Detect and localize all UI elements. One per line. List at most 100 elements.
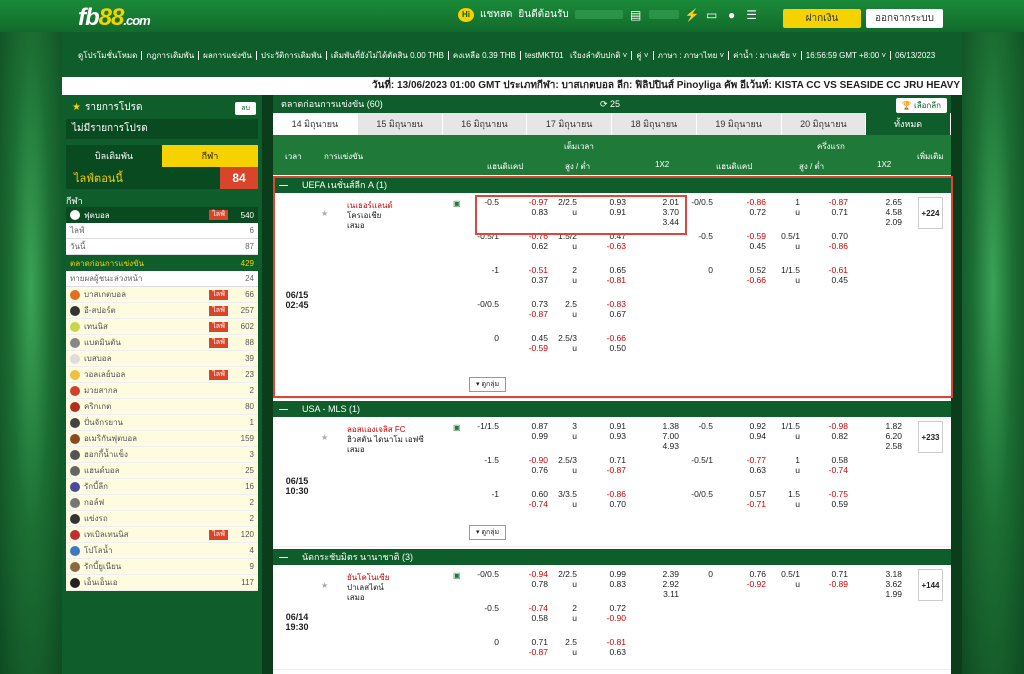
odds-cell[interactable]: 0.92 [738, 421, 766, 431]
tv-icon[interactable]: ▣ [453, 571, 461, 580]
nav-link[interactable]: กฎการเดิมพัน [142, 51, 200, 60]
sidebar-item[interactable]: โปโลน้ำ 4 [66, 543, 258, 559]
odds-cell[interactable]: 0.99 [598, 569, 626, 579]
sidebar-item[interactable]: รักบี้ยูเนียน 9 [66, 559, 258, 575]
odds-cell[interactable]: -0.87 [520, 647, 548, 657]
sidebar-item[interactable]: วอลเลย์บอล ไลฟ์ 23 [66, 367, 258, 383]
sidebar-item[interactable]: เทนนิส ไลฟ์ 602 [66, 319, 258, 335]
sidebar-item[interactable]: เทเบิลเทนนิส ไลฟ์ 120 [66, 527, 258, 543]
odds-cell[interactable]: 0.87 [520, 421, 548, 431]
logout-button[interactable]: ออกจากระบบ [866, 9, 943, 28]
odds-cell[interactable]: 3.62 [874, 579, 902, 589]
site-logo[interactable]: fb88.com [78, 4, 151, 32]
sidebar-item[interactable]: แบดมินตัน ไลฟ์ 88 [66, 335, 258, 351]
sidebar-item[interactable]: ฮอกกี้น้ำแข็ง 3 [66, 447, 258, 463]
odds-cell[interactable]: -0.86 [598, 489, 626, 499]
favorites-delete-button[interactable]: ลบ [235, 102, 256, 115]
nav-link[interactable]: ดูโปรโมชั่นโหมด [74, 51, 143, 60]
date-tab[interactable]: 15 มิถุนายน [358, 113, 443, 135]
league-header[interactable]: — USA - MLS (1) [273, 401, 951, 417]
date-tab[interactable]: 20 มิถุนายน [782, 113, 867, 135]
sidebar-item[interactable]: กอล์ฟ 2 [66, 495, 258, 511]
odds-cell[interactable]: -0.87 [598, 465, 626, 475]
sidebar-item[interactable]: อี-สปอร์ต ไลฟ์ 257 [66, 303, 258, 319]
odds-cell[interactable]: 0.70 [598, 499, 626, 509]
date-tab[interactable]: 16 มิถุนายน [443, 113, 528, 135]
odds-cell[interactable]: 2.58 [874, 441, 902, 451]
odds-cell[interactable]: 0.93 [598, 431, 626, 441]
odds-cell[interactable]: 0.72 [598, 603, 626, 613]
nav-setting[interactable]: คู่ ˅ [632, 51, 654, 60]
sidebar-item[interactable]: คริกเกต 80 [66, 399, 258, 415]
odds-cell[interactable]: 0.63 [598, 647, 626, 657]
odds-cell[interactable]: -0.98 [820, 421, 848, 431]
odds-cell[interactable]: 7.00 [651, 431, 679, 441]
more-markets-button[interactable]: +144 [918, 569, 943, 601]
odds-cell[interactable]: -0.92 [738, 579, 766, 589]
odds-cell[interactable]: 2.92 [651, 579, 679, 589]
nav-setting[interactable]: ภาษา : ภาษาไทย ˅ [654, 51, 730, 60]
sidebar-item[interactable]: ทายผลผู้ชนะล่วงหน้า 24 [66, 271, 258, 287]
odds-cell[interactable]: 6.20 [874, 431, 902, 441]
date-tab[interactable]: 19 มิถุนายน [697, 113, 782, 135]
odds-cell[interactable]: 0.99 [520, 431, 548, 441]
odds-cell[interactable]: 3.18 [874, 569, 902, 579]
sidebar-item[interactable]: แฮนด์บอล 25 [66, 463, 258, 479]
odds-cell[interactable]: -0.77 [738, 455, 766, 465]
odds-cell[interactable]: -0.90 [598, 613, 626, 623]
tab-bet-slip[interactable]: บิลเดิมพัน [66, 145, 162, 167]
live-now-row[interactable]: ไลฟ์ตอนนี้ 84 [66, 167, 258, 189]
odds-cell[interactable]: 0.83 [598, 579, 626, 589]
odds-cell[interactable]: -0.75 [820, 489, 848, 499]
nav-setting[interactable]: 16:56:59 GMT +8:00 ˅ [802, 51, 892, 60]
odds-cell[interactable]: -0.74 [820, 465, 848, 475]
odds-cell[interactable]: -0.89 [820, 579, 848, 589]
odds-cell[interactable]: 4.93 [651, 441, 679, 451]
list-icon[interactable]: ☰ [745, 8, 759, 22]
sidebar-item[interactable]: บาสเกตบอล ไลฟ์ 66 [66, 287, 258, 303]
odds-cell[interactable]: 0.76 [738, 569, 766, 579]
favorite-star-icon[interactable]: ★ [321, 433, 328, 442]
more-markets-button[interactable]: +233 [918, 421, 943, 453]
promo-icon[interactable]: ▭ [705, 8, 719, 22]
sidebar-item[interactable]: เบสบอล 39 [66, 351, 258, 367]
odds-cell[interactable]: 0.78 [520, 579, 548, 589]
flash-icon[interactable]: ⚡ [685, 8, 700, 22]
odds-cell[interactable]: 0.71 [598, 455, 626, 465]
nav-setting[interactable]: เรียงลำดับปกติ ˅ [566, 51, 633, 60]
chat-icon[interactable]: Hi [458, 7, 474, 22]
odds-cell[interactable]: 0.76 [520, 465, 548, 475]
sidebar-item[interactable]: ตลาดก่อนการแข่งขัน 429 [66, 255, 258, 271]
refresh-button[interactable]: ⟳ 25 [600, 99, 620, 110]
odds-cell[interactable]: -0.74 [520, 603, 548, 613]
expand-group-button[interactable]: ▾ ดูกลุ่ม [469, 525, 507, 540]
wallet-icon[interactable]: ▤ [629, 8, 643, 22]
nav-link[interactable]: ประวัติการเดิมพัน [257, 51, 327, 60]
date-tab[interactable]: 14 มิถุนายน [273, 113, 358, 135]
select-league-button[interactable]: 🏆 เลือกลีก [895, 98, 947, 113]
nav-setting[interactable]: ค่าน้ำ : มาเลเซีย ˅ [729, 51, 802, 60]
date-tab[interactable]: ทั้งหมด [866, 113, 951, 135]
odds-cell[interactable]: 0.57 [738, 489, 766, 499]
tab-sports[interactable]: กีฬา [162, 145, 258, 167]
sidebar-item[interactable]: รักบี้ลีก 16 [66, 479, 258, 495]
odds-cell[interactable]: 3.11 [651, 589, 679, 599]
odds-cell[interactable]: 1.82 [874, 421, 902, 431]
odds-cell[interactable]: 0.91 [598, 421, 626, 431]
date-tab[interactable]: 18 มิถุนายน [612, 113, 697, 135]
nav-link[interactable]: คงเหลือ 0.39 THB [449, 51, 521, 60]
odds-cell[interactable]: 0.63 [738, 465, 766, 475]
odds-cell[interactable]: -0.90 [520, 455, 548, 465]
deposit-button[interactable]: ฝากเงิน [783, 9, 861, 28]
odds-cell[interactable]: 0.94 [738, 431, 766, 441]
odds-cell[interactable]: 0.71 [520, 637, 548, 647]
odds-cell[interactable]: 0.58 [520, 613, 548, 623]
nav-link[interactable]: เดิมพันที่ยังไม่ได้ตัดสิน 0.00 THB [327, 51, 449, 60]
odds-cell[interactable]: -0.81 [598, 637, 626, 647]
odds-cell[interactable]: 1.38 [651, 421, 679, 431]
sidebar-item[interactable]: ปั่นจักรยาน 1 [66, 415, 258, 431]
odds-cell[interactable]: -0.71 [738, 499, 766, 509]
date-tab[interactable]: 17 มิถุนายน [527, 113, 612, 135]
sidebar-item[interactable]: แข่งรถ 2 [66, 511, 258, 527]
collapse-icon[interactable]: — [279, 552, 288, 562]
